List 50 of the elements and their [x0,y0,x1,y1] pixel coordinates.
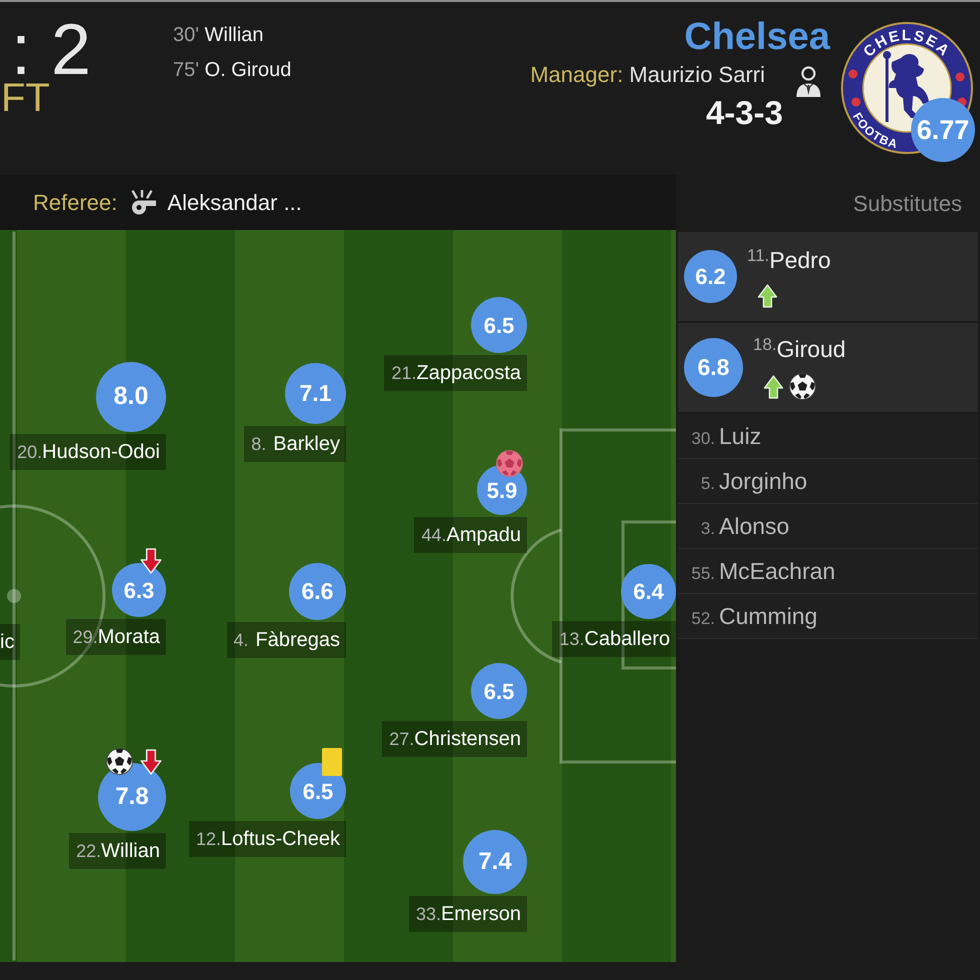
player-label: 20.Hudson-Odoi [10,434,166,470]
player-label: 27.Christensen [382,721,527,757]
substitute-row: 30. Luiz [678,414,978,459]
rating-badge: 6.3 [112,563,166,617]
up-arrow-icon [763,374,784,398]
down-arrow-icon [140,749,162,775]
rating-badge: 6.6 [289,562,346,620]
center-spot-icon [7,589,21,603]
substitute-row: 5. Jorginho [678,459,978,504]
player-label: 33.Emerson [408,896,527,932]
ball-icon [789,373,816,400]
substitute-row: 3. Alonso [678,504,978,549]
player-label: 44.Ampadu [414,517,527,553]
formation: 4-3-3 [706,96,783,129]
player-label: ic [0,624,20,660]
manager-name: Manager: Maurizio Sarri [530,64,765,86]
rating-badge: 6.5 [471,663,527,719]
player-label: 13.Caballero [552,620,676,656]
rating-badge: 8.0 [96,362,166,432]
substitutes-heading: Substitutes [853,190,962,218]
player-label: 21.Zappacosta [384,355,527,391]
rating-badge: 5.9 [477,465,527,515]
rating-badge: 7.4 [463,830,527,894]
up-arrow-icon [757,284,778,308]
substitute-row: 52. Cumming [678,594,978,639]
ball-icon [106,748,133,775]
team-name: Chelsea [684,18,830,56]
match-status: FT [1,78,51,118]
rating-badge: 6.5 [290,763,346,819]
referee-label: Referee: [33,189,118,217]
player-label: 22.Willian [69,833,166,869]
down-arrow-icon [140,548,162,574]
referee-name: Aleksandar ... [167,189,302,217]
player-label: 12.Loftus-Cheek [189,821,346,857]
card-icon [322,748,342,776]
goal-scorer: 30' Willian [173,23,265,48]
ball-icon [496,450,523,477]
rating-badge: 7.1 [285,362,346,424]
player-label: 8. Barkley [244,426,346,462]
rating-badge: 7.8 [98,763,166,831]
rating-badge: 6.77 [911,98,975,162]
rating-badge: 6.5 [471,297,527,353]
rating-badge: 6.4 [621,564,676,618]
goal-scorer: 75' O. Giroud [173,58,292,83]
rating-badge: 6.8 [684,338,743,397]
rating-badge: 6.2 [684,250,737,303]
substitute-row: 55. McEachran [678,549,978,594]
player-label: 4. Fàbregas [226,622,346,658]
player-label: 29.Morata [66,619,166,655]
person-icon [795,66,822,98]
